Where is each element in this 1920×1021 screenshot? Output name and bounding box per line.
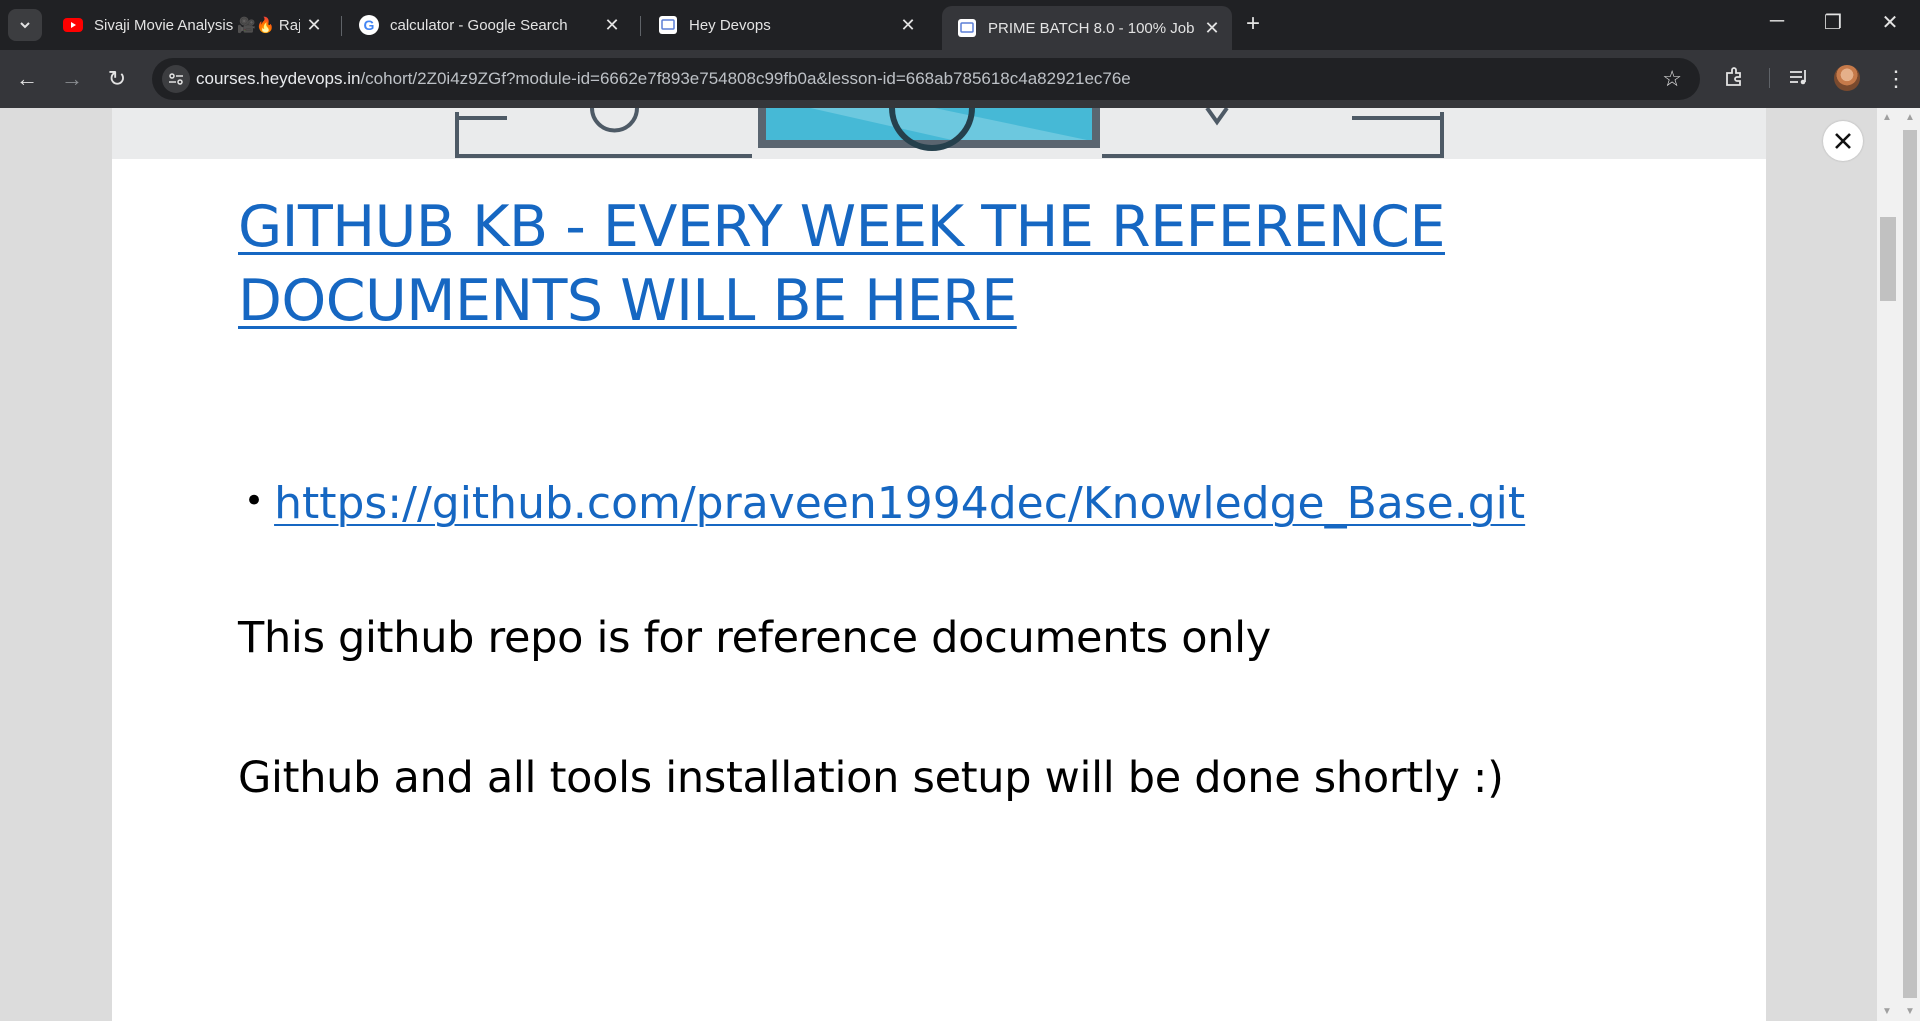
heading-line-2: DOCUMENTS WILL BE HERE <box>238 268 1017 334</box>
close-window-icon[interactable]: ✕ <box>1870 10 1910 35</box>
address-bar[interactable]: courses.heydevops.in/cohort/2Z0i4z9ZGf?m… <box>152 58 1700 100</box>
new-tab-button[interactable]: + <box>1246 10 1260 38</box>
tab-title: calculator - Google Search <box>390 16 568 34</box>
media-control-icon[interactable] <box>1788 66 1810 94</box>
extensions-icon[interactable] <box>1723 66 1745 94</box>
url-path: /cohort/2Z0i4z9ZGf?module-id=6662e7f893e… <box>360 69 1131 88</box>
youtube-icon <box>62 14 84 36</box>
github-repo-link[interactable]: https://github.com/praveen1994dec/Knowle… <box>274 478 1525 529</box>
svg-text:G: G <box>364 17 375 33</box>
close-tab-icon[interactable]: ✕ <box>300 15 328 36</box>
profile-avatar[interactable] <box>1834 65 1860 91</box>
tab-separator <box>640 16 641 36</box>
google-icon: G <box>358 14 380 36</box>
scrollbar-thumb[interactable] <box>1903 130 1917 998</box>
bullet-item: • https://github.com/praveen1994dec/Knowl… <box>244 478 1525 529</box>
description-text: This github repo is for reference docume… <box>238 613 1271 663</box>
toolbar-separator <box>1769 68 1770 88</box>
page-scrollbar[interactable]: ▲ ▼ <box>1899 108 1920 1021</box>
reload-icon[interactable]: ↻ <box>102 64 132 94</box>
more-menu-icon[interactable]: ⋮ <box>1885 66 1907 92</box>
minimize-icon[interactable]: ─ <box>1757 10 1797 33</box>
scroll-down-icon[interactable]: ▼ <box>1905 1006 1915 1017</box>
tab-sivaji[interactable]: Sivaji Movie Analysis 🎥🔥 Raji ✕ <box>48 6 334 44</box>
close-icon <box>1835 133 1851 149</box>
close-tab-icon[interactable]: ✕ <box>1198 18 1226 39</box>
chevron-down-icon <box>20 22 30 29</box>
content-scrollbar[interactable]: ▲ ▼ <box>1877 108 1899 1021</box>
tab-title: PRIME BATCH 8.0 - 100% Job Re <box>988 19 1198 37</box>
url-host: courses.heydevops.in <box>196 69 361 88</box>
close-viewer-button[interactable] <box>1823 121 1863 161</box>
tab-prime-batch[interactable]: PRIME BATCH 8.0 - 100% Job Re ✕ <box>942 6 1232 50</box>
tab-title: Hey Devops <box>689 16 771 34</box>
tab-title: Sivaji Movie Analysis 🎥🔥 Raji <box>94 17 300 34</box>
slide-heading-link[interactable]: GITHUB KB - EVERY WEEK THE REFERENCE DOC… <box>238 190 1538 338</box>
scrollbar-thumb[interactable] <box>1880 217 1896 301</box>
bullet-dot: • <box>244 481 265 521</box>
forward-icon[interactable]: → <box>57 64 87 94</box>
tab-hey-devops[interactable]: Hey Devops ✕ <box>643 6 928 44</box>
scroll-down-icon[interactable]: ▼ <box>1882 1006 1892 1017</box>
close-tab-icon[interactable]: ✕ <box>598 15 626 36</box>
back-icon[interactable]: ← <box>12 64 42 94</box>
tab-search-button[interactable] <box>8 9 42 41</box>
tab-separator <box>341 16 342 36</box>
page-viewport: GITHUB KB - EVERY WEEK THE REFERENCE DOC… <box>0 108 1920 1021</box>
setup-note-text: Github and all tools installation setup … <box>238 753 1504 803</box>
header-illustration <box>112 108 1766 159</box>
lesson-slide: GITHUB KB - EVERY WEEK THE REFERENCE DOC… <box>112 108 1766 1021</box>
scroll-up-icon[interactable]: ▲ <box>1905 112 1915 123</box>
browser-toolbar: ← → ↻ courses.heydevops.in/cohort/2Z0i4z… <box>0 50 1920 108</box>
tab-google[interactable]: G calculator - Google Search ✕ <box>344 6 632 44</box>
site-info-icon[interactable] <box>162 65 190 93</box>
heydevops-icon <box>657 14 679 36</box>
heydevops-icon <box>956 17 978 39</box>
tab-strip: Sivaji Movie Analysis 🎥🔥 Raji ✕ G calcul… <box>0 0 1920 50</box>
url-text: courses.heydevops.in/cohort/2Z0i4z9ZGf?m… <box>196 69 1131 89</box>
scroll-up-icon[interactable]: ▲ <box>1882 112 1892 123</box>
close-tab-icon[interactable]: ✕ <box>894 15 922 36</box>
heading-line-1: GITHUB KB - EVERY WEEK THE REFERENCE <box>238 194 1446 260</box>
restore-icon[interactable]: ❐ <box>1813 10 1853 35</box>
bookmark-star-icon[interactable]: ☆ <box>1662 66 1682 92</box>
